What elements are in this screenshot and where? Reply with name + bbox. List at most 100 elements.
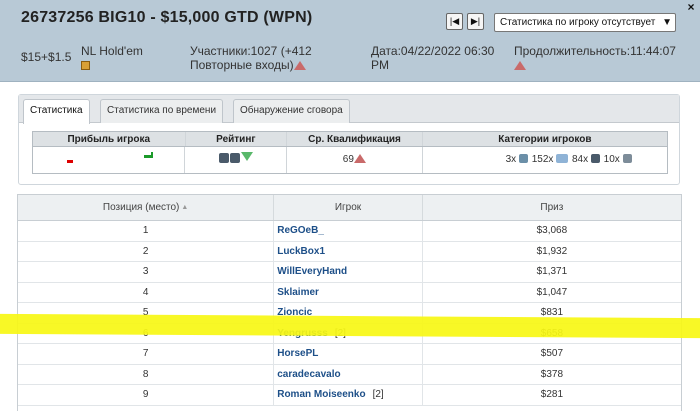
qualification-trend-up-icon [353,154,366,163]
prize-cell: $281 [540,389,564,400]
player-cell: Zioncic [274,303,423,323]
results-table: Позиция (место) ▲ Игрок Приз 1 ReGOeB_ $3… [17,194,682,411]
table-row: 7 HorsePL $507 [18,344,681,365]
category-count: 10x [603,154,620,165]
table-row: 9 Roman Moiseenko [2] $281 [18,385,681,406]
tournament-title: 26737256 BIG10 - $15,000 GTD (WPN) [21,9,313,26]
player-type-icon-2 [556,154,569,163]
categories-table: Прибыль игрока Рейтинг Ср. Квалификация … [32,131,668,174]
player-type-icon-1 [518,154,528,163]
categories-header: Прибыль игрока Рейтинг Ср. Квалификация … [33,132,667,147]
rating-trend-down-icon [240,152,253,161]
prize-cell: $507 [540,348,564,359]
header-position-label: Позиция (место) [102,202,180,213]
game-type-text: NL Hold'em [81,44,143,58]
rating-cell [185,147,288,173]
sort-icon[interactable]: ▲ [181,195,188,221]
player-cell: Sklaimer [274,282,423,302]
close-icon[interactable]: × [685,1,697,13]
position-cell: 5 [18,303,275,323]
table-row: 3 WillEveryHand $1,371 [18,262,681,283]
player-link[interactable]: WillEveryHand [277,266,347,277]
duration-text: Продолжительность:11:44:07 [514,44,676,58]
player-cell: Yengrusss [2] [274,323,423,343]
player-categories-cell: 3x 152x 84x 10x [423,147,667,173]
prize-cell: $831 [540,307,564,318]
prize-cell: $378 [540,368,564,380]
player-cell: caradecavalo [274,364,423,384]
table-row: 4 Sklaimer $1,047 [18,282,681,303]
player-type-icon-4 [622,154,632,163]
header-rating: Рейтинг [186,132,288,146]
prize-cell: $1,047 [536,286,568,298]
player-link[interactable]: Sklaimer [277,287,319,298]
position-cell: 9 [18,385,275,405]
player-link[interactable]: ReGOeB_ [277,225,324,236]
rules-book-icon[interactable] [81,61,90,70]
game-info: NL Hold'em [81,44,161,72]
player-stats-select[interactable]: Статистика по игроку отсутствует ▼ [494,13,676,32]
player-type-icon-3 [590,154,600,163]
avg-qualification-value: 69 [342,154,354,165]
player-stats-select-value: Статистика по игроку отсутствует [500,17,656,28]
position-cell: 6 [18,323,275,343]
tab-time-statistics[interactable]: Статистика по времени [100,99,224,123]
avg-qualification-cell: 69 [287,147,423,173]
player-link[interactable]: HorsePL [277,348,318,359]
position-cell: 2 [18,241,275,261]
player-link[interactable]: Roman Moiseenko [277,389,365,400]
player-cell: ReGOeB_ [274,221,423,241]
rating-player-icon [229,153,240,163]
trend-up-icon [293,61,306,70]
results-header: Позиция (место) ▲ Игрок Приз [18,195,681,221]
tournament-header: × 26737256 BIG10 - $15,000 GTD (WPN) |◀ … [0,0,700,82]
buyin-text: $15+$1.5 [21,50,72,64]
header-player-profit: Прибыль игрока [33,132,186,146]
position-cell: 8 [18,364,275,384]
category-count: 152x [531,154,554,165]
table-row: 6 Yengrusss [2] $658 [18,323,681,344]
prize-cell: $658 [540,327,564,339]
rating-player-icon [218,153,229,163]
header-avg-qualification: Ср. Квалификация [287,132,423,146]
tabs-bar: Статистика Статистика по времени Обнаруж… [19,95,679,124]
profit-cell [33,147,186,173]
player-cell: Roman Moiseenko [2] [274,385,423,405]
position-cell: 4 [18,282,275,302]
profit-bar-icon [144,152,153,158]
entrants-info: Участники:1027 (+412 Повторные входы) [190,44,355,72]
player-link[interactable]: caradecavalo [277,369,340,380]
loss-bar-icon [67,160,73,163]
reentry-count: [2] [334,327,346,339]
last-page-button[interactable]: ▶| [467,13,484,30]
first-page-button[interactable]: |◀ [446,13,463,30]
stats-panel: Статистика Статистика по времени Обнаруж… [18,94,680,185]
position-cell: 3 [18,262,275,282]
header-player-categories: Категории игроков [498,134,592,145]
categories-row: 69 3x 152x 84x 10x [33,147,667,173]
tab-statistics[interactable]: Статистика [23,99,90,124]
duration-info: Продолжительность:11:44:07 [514,44,694,72]
player-cell: LuckBox1 [274,241,423,261]
player-link[interactable]: Zioncic [277,307,312,318]
player-cell: WillEveryHand [274,262,423,282]
header-prize[interactable]: Приз [423,195,681,220]
header-position[interactable]: Позиция (место) ▲ [18,195,275,221]
tab-collusion-detection[interactable]: Обнаружение сговора [233,99,350,123]
player-cell: HorsePL [274,344,423,364]
player-link[interactable]: Yengrusss [277,328,328,339]
duration-trend-up-icon [514,61,526,70]
header-player[interactable]: Игрок [274,195,423,220]
player-link[interactable]: LuckBox1 [277,246,325,257]
category-count: 3x [505,154,517,165]
chevron-down-icon: ▼ [662,17,672,28]
table-row: 8 caradecavalo $378 [18,364,681,385]
position-cell: 1 [18,221,275,241]
reentry-count: [2] [372,389,384,400]
table-row: 5 Zioncic $831 [18,303,681,324]
date-text: Дата:04/22/2022 06:30 PM [371,44,495,72]
category-count: 84x [571,154,589,165]
prize-cell: $1,371 [536,266,568,277]
prize-cell: $3,068 [536,225,568,236]
position-cell: 7 [18,344,275,364]
